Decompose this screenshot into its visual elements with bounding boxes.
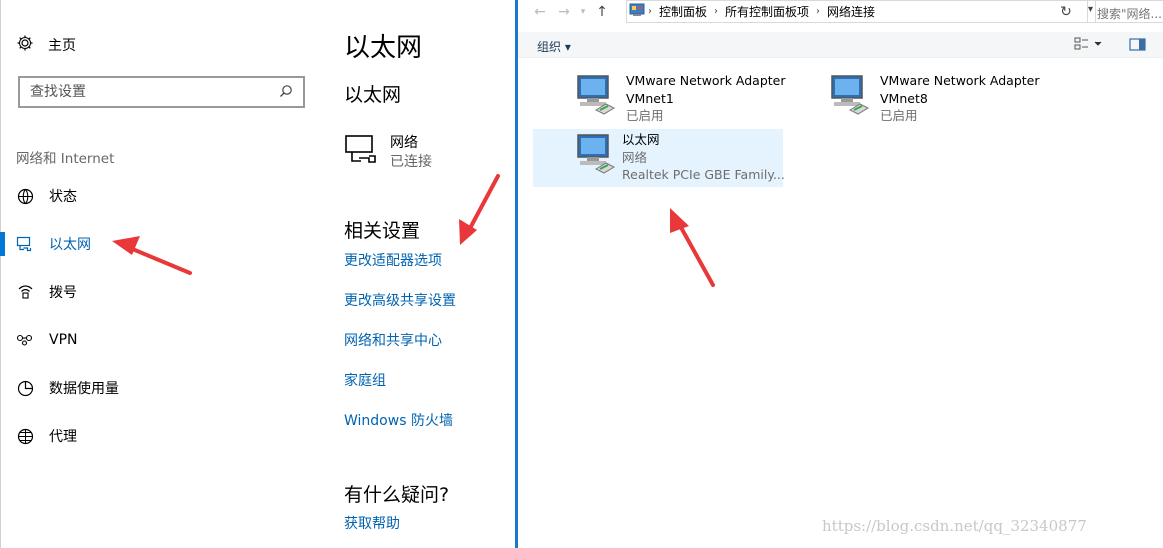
adapter-subname: VMnet1 <box>626 90 674 106</box>
nav-item-data-usage[interactable]: 数据使用量 <box>0 373 300 403</box>
question-heading: 有什么疑问? <box>344 484 450 506</box>
breadcrumb-control-panel[interactable]: 控制面板 <box>655 3 711 20</box>
adapter-vmnet8[interactable]: VMware Network Adapter VMnet8 已启用 <box>790 70 1040 128</box>
ethernet-icon <box>16 235 34 253</box>
link-advanced-sharing[interactable]: 更改高级共享设置 <box>344 290 456 310</box>
adapter-name: VMware Network Adapter <box>880 73 1040 88</box>
preview-pane-icon[interactable] <box>1129 37 1147 52</box>
organize-menu[interactable]: 组织 ▾ <box>537 38 571 55</box>
control-panel-icon <box>629 2 645 21</box>
breadcrumb-separator-icon[interactable]: › <box>645 6 655 17</box>
explorer-search-box[interactable]: 搜索"网络... <box>1087 0 1163 23</box>
command-toolbar: 组织 ▾ <box>518 32 1163 58</box>
vpn-icon <box>16 331 34 349</box>
settings-window: 主页 网络和 Internet 状态 以太网 拨号 VPN <box>0 0 516 548</box>
breadcrumb-all-items[interactable]: 所有控制面板项 <box>721 3 813 20</box>
address-bar[interactable]: › 控制面板 › 所有控制面板项 › 网络连接 ▾ <box>626 0 1096 23</box>
nav-label: 代理 <box>49 429 77 445</box>
nav-label: VPN <box>49 332 78 348</box>
watermark: https://blog.csdn.net/qq_32340877 <box>822 517 1087 535</box>
nav-item-vpn[interactable]: VPN <box>0 325 300 355</box>
recent-dropdown-icon[interactable]: ▾ <box>576 1 590 23</box>
link-homegroup[interactable]: 家庭组 <box>344 370 386 390</box>
adapter-vmnet1[interactable]: VMware Network Adapter VMnet1 已启用 <box>536 70 786 128</box>
window-border <box>0 0 1 548</box>
breadcrumb-separator-icon[interactable]: › <box>711 6 721 17</box>
forward-arrow-icon[interactable]: → <box>552 1 576 23</box>
page-subtitle: 以太网 <box>344 84 402 106</box>
related-settings-heading: 相关设置 <box>344 220 421 242</box>
nav-item-proxy[interactable]: 代理 <box>0 421 300 451</box>
refresh-icon[interactable]: ↻ <box>1056 1 1076 23</box>
network-adapter-icon <box>570 72 626 128</box>
nav-item-ethernet[interactable]: 以太网 <box>0 229 300 259</box>
section-title: 网络和 Internet <box>16 151 115 167</box>
adapter-subname: VMnet8 <box>880 90 928 106</box>
home-label: 主页 <box>48 38 76 54</box>
adapter-subname: 网络 <box>622 149 648 165</box>
page-title: 以太网 <box>344 33 423 63</box>
breadcrumb-separator-icon[interactable]: › <box>813 6 823 17</box>
globe-status-icon <box>16 187 34 205</box>
nav-item-status[interactable]: 状态 <box>0 181 300 211</box>
home-button[interactable]: 主页 <box>16 34 76 56</box>
adapter-device: Realtek PCIe GBE Family... <box>622 167 785 182</box>
adapter-status: 已启用 <box>880 108 918 123</box>
adapter-name: 以太网 <box>622 132 660 147</box>
adapter-ethernet[interactable]: 以太网 网络 Realtek PCIe GBE Family... <box>533 129 785 187</box>
network-computer-icon <box>344 134 380 172</box>
nav-label: 状态 <box>49 189 77 205</box>
network-adapter-icon <box>570 131 622 187</box>
network-status-block[interactable]: 网络 已连接 <box>344 134 432 172</box>
breadcrumb-network-connections[interactable]: 网络连接 <box>823 3 879 20</box>
nav-label: 数据使用量 <box>49 381 119 397</box>
network-adapter-icon <box>824 72 880 128</box>
adapter-status: 已启用 <box>626 108 664 123</box>
proxy-globe-icon <box>16 427 34 445</box>
settings-search-input[interactable] <box>30 84 279 100</box>
network-status: 已连接 <box>390 154 432 170</box>
link-windows-firewall[interactable]: Windows 防火墙 <box>344 410 453 430</box>
up-arrow-icon[interactable]: ↑ <box>590 1 614 23</box>
dialup-icon <box>16 283 34 301</box>
data-usage-icon <box>16 379 34 397</box>
settings-search-box[interactable] <box>18 76 305 108</box>
nav-item-dialup[interactable]: 拨号 <box>0 277 300 307</box>
nav-label: 拨号 <box>49 285 77 301</box>
explorer-window: ← → ▾ ↑ › 控制面板 › 所有控制面板项 › 网络连接 ▾ ↻ 搜索"网… <box>518 0 1163 548</box>
link-change-adapter-options[interactable]: 更改适配器选项 <box>344 250 442 270</box>
search-icon[interactable] <box>279 83 293 102</box>
link-network-sharing-center[interactable]: 网络和共享中心 <box>344 330 442 350</box>
back-arrow-icon[interactable]: ← <box>528 1 552 23</box>
nav-label: 以太网 <box>49 237 91 253</box>
gear-icon <box>16 34 34 56</box>
view-options-icon[interactable] <box>1074 37 1102 54</box>
link-get-help[interactable]: 获取帮助 <box>344 513 400 533</box>
adapter-name: VMware Network Adapter <box>626 73 786 88</box>
network-name: 网络 <box>390 135 418 151</box>
